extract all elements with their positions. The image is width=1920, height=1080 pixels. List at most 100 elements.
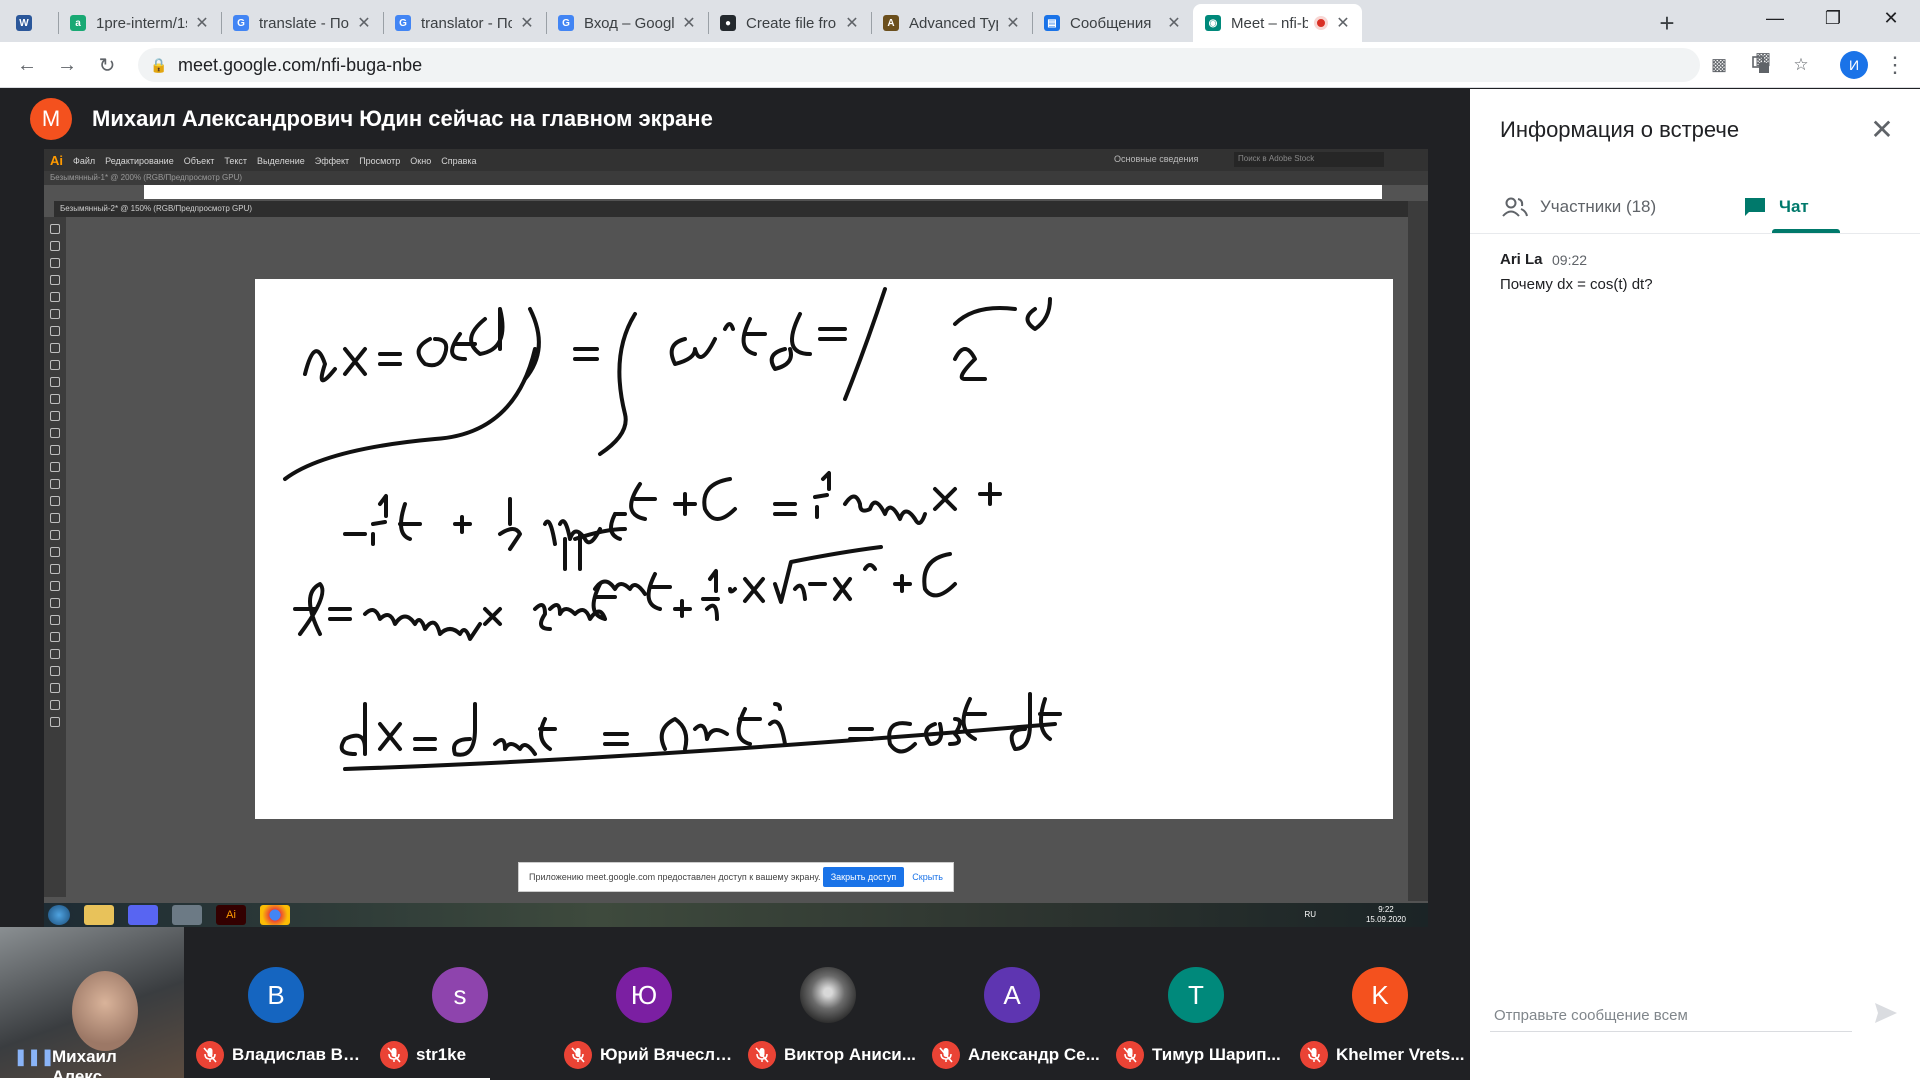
- browser-tab[interactable]: A Advanced Typing ✕: [871, 4, 1033, 42]
- tab-title: Вход – Google Ак: [584, 14, 674, 32]
- menu-kebab-icon[interactable]: ⋮: [1880, 50, 1910, 80]
- illustrator-menu-item: Справка: [441, 156, 477, 166]
- illustrator-toolbar: [44, 217, 66, 897]
- illustrator-tool-icon: [50, 700, 60, 710]
- close-tab-icon[interactable]: ✕: [680, 14, 698, 32]
- close-panel-button[interactable]: ✕: [1866, 113, 1898, 145]
- address-bar[interactable]: 🔒 meet.google.com/nfi-buga-nbe ▩: [138, 48, 1727, 82]
- google-icon: G: [233, 15, 249, 31]
- participant-name: str1ke: [416, 1045, 467, 1064]
- hide-notice-button[interactable]: Скрыть: [912, 872, 943, 882]
- browser-tab[interactable]: a 1pre-interm/1sem ✕: [58, 4, 222, 42]
- google-icon: G: [395, 15, 411, 31]
- illustrator-tool-icon: [50, 666, 60, 676]
- url-text[interactable]: meet.google.com/nfi-buga-nbe: [178, 55, 422, 76]
- new-tab-button[interactable]: +: [1652, 8, 1682, 38]
- camera-icon[interactable]: ▩: [1708, 54, 1730, 76]
- self-video-face: [72, 971, 138, 1051]
- tab-chat[interactable]: Чат: [1695, 181, 1920, 233]
- chat-message-author: Ari La: [1500, 251, 1543, 268]
- mic-off-icon: [380, 1041, 408, 1069]
- close-tab-icon[interactable]: ✕: [1165, 14, 1183, 32]
- participant-tile[interactable]: В Владислав Ва...: [184, 927, 368, 1080]
- participant-name: Александр Се...: [968, 1045, 1100, 1064]
- taskbar-time: 9:22: [1378, 905, 1394, 914]
- illustrator-menu-item: Эффект: [314, 156, 350, 166]
- profile-avatar[interactable]: И: [1840, 51, 1868, 79]
- participant-tile[interactable]: А Александр Се...: [920, 927, 1104, 1080]
- mic-off-icon: [564, 1041, 592, 1069]
- presenter-avatar: М: [30, 98, 72, 140]
- illustrator-menu-item: Просмотр: [359, 156, 401, 166]
- close-tab-icon[interactable]: ✕: [1334, 14, 1352, 32]
- shared-screen: Ai Файл Редактирование Объект Текст Выделени…: [44, 149, 1428, 927]
- participant-avatar: K: [1352, 967, 1408, 1023]
- tab-title: 1pre-interm/1sem: [96, 14, 187, 32]
- settings-gear-icon: [172, 905, 202, 925]
- windows-start-icon: [48, 905, 70, 925]
- illustrator-logo: Ai: [50, 152, 63, 168]
- self-name: Михаил Алекс...: [52, 1047, 117, 1080]
- browser-tab[interactable]: ● Create file from c ✕: [708, 4, 872, 42]
- explorer-icon: [84, 905, 114, 925]
- chat-compose-input[interactable]: [1494, 1001, 1834, 1029]
- screen-share-notice: Приложению meet.google.com предоставлен …: [518, 862, 954, 892]
- mic-off-icon: [196, 1041, 224, 1069]
- meeting-details-panel: Информация о встрече ✕ Участники (18) Ча…: [1470, 89, 1920, 1080]
- back-button[interactable]: ←: [12, 50, 42, 80]
- presenter-banner: М Михаил Александрович Юдин сейчас на гл…: [30, 98, 713, 140]
- google-icon: G: [558, 15, 574, 31]
- participant-avatar: Т: [1168, 967, 1224, 1023]
- meet-icon: ◉: [1205, 15, 1221, 31]
- minimize-window-button[interactable]: —: [1746, 0, 1804, 36]
- browser-tab[interactable]: ▤ Сообщения ✕: [1032, 4, 1194, 42]
- illustrator-tool-icon: [50, 275, 60, 285]
- illustrator-side-panel: [1408, 201, 1428, 901]
- browser-tab[interactable]: W: [4, 4, 59, 42]
- participant-tile[interactable]: Т Тимур Шарип...: [1104, 927, 1288, 1080]
- participant-tile[interactable]: Ю Юрий Вячесла...: [552, 927, 736, 1080]
- tab-participants[interactable]: Участники (18): [1470, 181, 1695, 233]
- participant-avatar: В: [248, 967, 304, 1023]
- bookmark-star-icon[interactable]: ☆: [1790, 54, 1812, 76]
- browser-tab[interactable]: ◉ Meet – nfi-bu ✕: [1193, 4, 1362, 42]
- close-tab-icon[interactable]: ✕: [518, 14, 536, 32]
- illustrator-tool-icon: [50, 445, 60, 455]
- illustrator-tool-icon: [50, 632, 60, 642]
- translate-icon[interactable]: [1750, 54, 1772, 76]
- illustrator-tool-icon: [50, 360, 60, 370]
- forward-button[interactable]: →: [52, 50, 82, 80]
- illustrator-tool-icon: [50, 479, 60, 489]
- participant-tile[interactable]: K Khelmer Vrets...: [1288, 927, 1472, 1080]
- illustrator-workspace-select: Основные сведения: [1114, 154, 1199, 164]
- close-tab-icon[interactable]: ✕: [843, 14, 861, 32]
- close-tab-icon[interactable]: ✕: [1004, 14, 1022, 32]
- meet-stage: М Михаил Александрович Юдин сейчас на гл…: [0, 89, 1470, 1080]
- close-tab-icon[interactable]: ✕: [193, 14, 211, 32]
- participant-tile[interactable]: Виктор Аниси...: [736, 927, 920, 1080]
- participant-tile[interactable]: s str1ke: [368, 927, 552, 1080]
- illustrator-tool-icon: [50, 530, 60, 540]
- illustrator-tool-icon: [50, 377, 60, 387]
- browser-tab[interactable]: G Вход – Google Ак ✕: [546, 4, 709, 42]
- reload-button[interactable]: ↻: [92, 50, 122, 80]
- taskbar-date: 15.09.2020: [1365, 915, 1406, 924]
- close-window-button[interactable]: ✕: [1862, 0, 1920, 36]
- illustrator-menu-item: Текст: [224, 156, 248, 166]
- close-tab-icon[interactable]: ✕: [355, 14, 373, 32]
- browser-tab[interactable]: Gtranslator - Поиск ✕: [383, 4, 547, 42]
- send-message-button[interactable]: [1868, 995, 1904, 1031]
- stop-sharing-button[interactable]: Закрыть доступ: [822, 867, 905, 887]
- browser-tab[interactable]: Gtranslate - Поиск ✕: [221, 4, 384, 42]
- mic-off-icon: [748, 1041, 776, 1069]
- edmodo-icon: a: [70, 15, 86, 31]
- illustrator-tool-icon: [50, 258, 60, 268]
- presenter-banner-text: Михаил Александрович Юдин сейчас на глав…: [92, 106, 713, 131]
- github-icon: ●: [720, 15, 736, 31]
- word-icon: W: [16, 15, 32, 31]
- mic-off-icon: [932, 1041, 960, 1069]
- send-icon: [1875, 1003, 1897, 1023]
- restore-window-button[interactable]: ❐: [1804, 0, 1862, 36]
- tab-divider: [1470, 233, 1920, 234]
- self-video-tile[interactable]: ❚❚❚ Михаил Алекс...: [0, 927, 184, 1080]
